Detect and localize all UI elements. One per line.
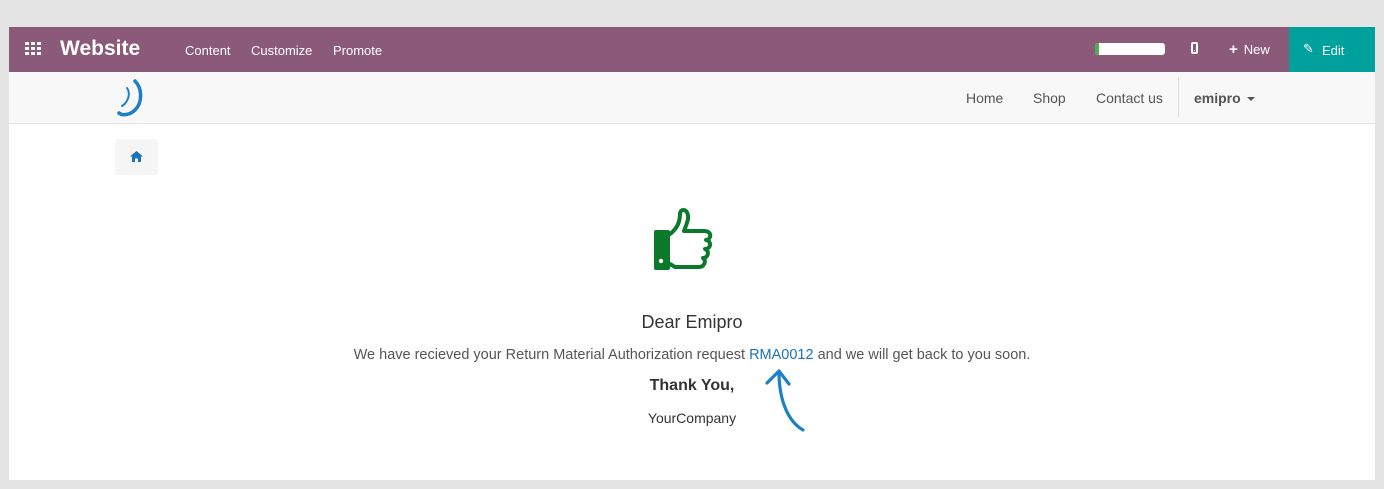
admin-topbar: Website Content Customize Promote + New ✎… (9, 27, 1375, 72)
app-title[interactable]: Website (60, 37, 140, 61)
pencil-icon: ✎ (1303, 41, 1314, 56)
plus-icon: + (1229, 41, 1238, 58)
site-navbar: Home Shop Contact us emipro (9, 72, 1375, 124)
mobile-icon[interactable] (1191, 42, 1198, 54)
edit-button-label: Edit (1322, 43, 1345, 58)
message-text-before: We have recieved your Return Material Au… (353, 347, 750, 363)
menu-content[interactable]: Content (185, 43, 231, 58)
thank-you-text: Thank You, (649, 377, 735, 394)
caret-down-icon (1246, 97, 1255, 102)
home-icon (130, 151, 143, 162)
browser-page: Website Content Customize Promote + New ✎… (9, 27, 1375, 480)
curved-arrow-icon (765, 369, 805, 432)
breadcrumb-home[interactable] (115, 139, 158, 175)
menu-customize[interactable]: Customize (251, 43, 312, 58)
nav-home[interactable]: Home (966, 90, 1003, 106)
progress-fill (1095, 43, 1100, 55)
new-button[interactable]: + New (1229, 41, 1270, 58)
confirmation-message: We have recieved your Return Material Au… (9, 347, 1375, 363)
menu-promote[interactable]: Promote (333, 43, 382, 58)
company-logo[interactable] (113, 76, 147, 120)
new-button-label: New (1243, 42, 1270, 57)
nav-shop[interactable]: Shop (1033, 90, 1066, 106)
rma-number-link[interactable]: RMA0012 (749, 347, 813, 363)
greeting: Dear Emipro (641, 312, 743, 332)
nav-divider (1178, 77, 1179, 117)
company-name: YourCompany (647, 410, 737, 426)
apps-grid-icon[interactable] (25, 42, 42, 55)
nav-contact-us[interactable]: Contact us (1096, 90, 1163, 106)
progress-bar[interactable] (1095, 43, 1165, 55)
message-text-after: and we will get back to you soon. (813, 347, 1031, 363)
edit-button[interactable]: ✎ Edit (1289, 27, 1375, 72)
user-name: emipro (1194, 90, 1241, 106)
thumbs-up-icon (654, 208, 713, 270)
user-menu[interactable]: emipro (1194, 90, 1255, 106)
